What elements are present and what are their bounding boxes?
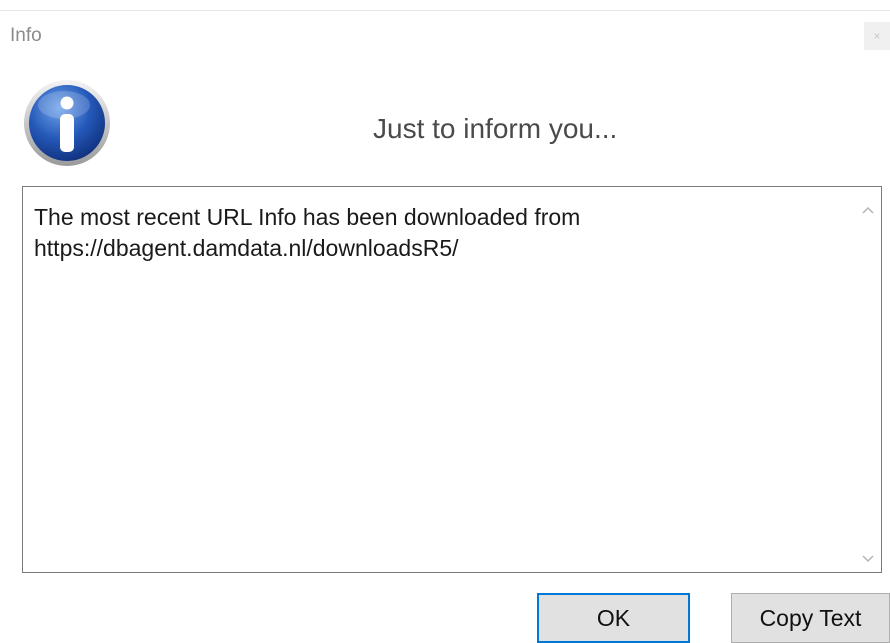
close-button[interactable]: ×: [864, 22, 890, 50]
info-dialog: Info × Just to inform you... The most re…: [0, 0, 890, 643]
window-top-border: [0, 10, 890, 11]
dialog-header: Just to inform you...: [373, 113, 618, 144]
copy-text-button[interactable]: Copy Text: [731, 593, 890, 643]
vertical-scrollbar[interactable]: [855, 187, 881, 572]
message-text: The most recent URL Info has been downlo…: [34, 204, 581, 261]
scroll-up-icon[interactable]: [860, 203, 876, 219]
close-icon: ×: [873, 29, 881, 43]
scroll-down-icon[interactable]: [860, 550, 876, 566]
window-title: Info: [10, 25, 42, 46]
message-textbox[interactable]: The most recent URL Info has been downlo…: [22, 186, 882, 573]
ok-button[interactable]: OK: [537, 593, 690, 643]
info-icon: [22, 78, 112, 168]
